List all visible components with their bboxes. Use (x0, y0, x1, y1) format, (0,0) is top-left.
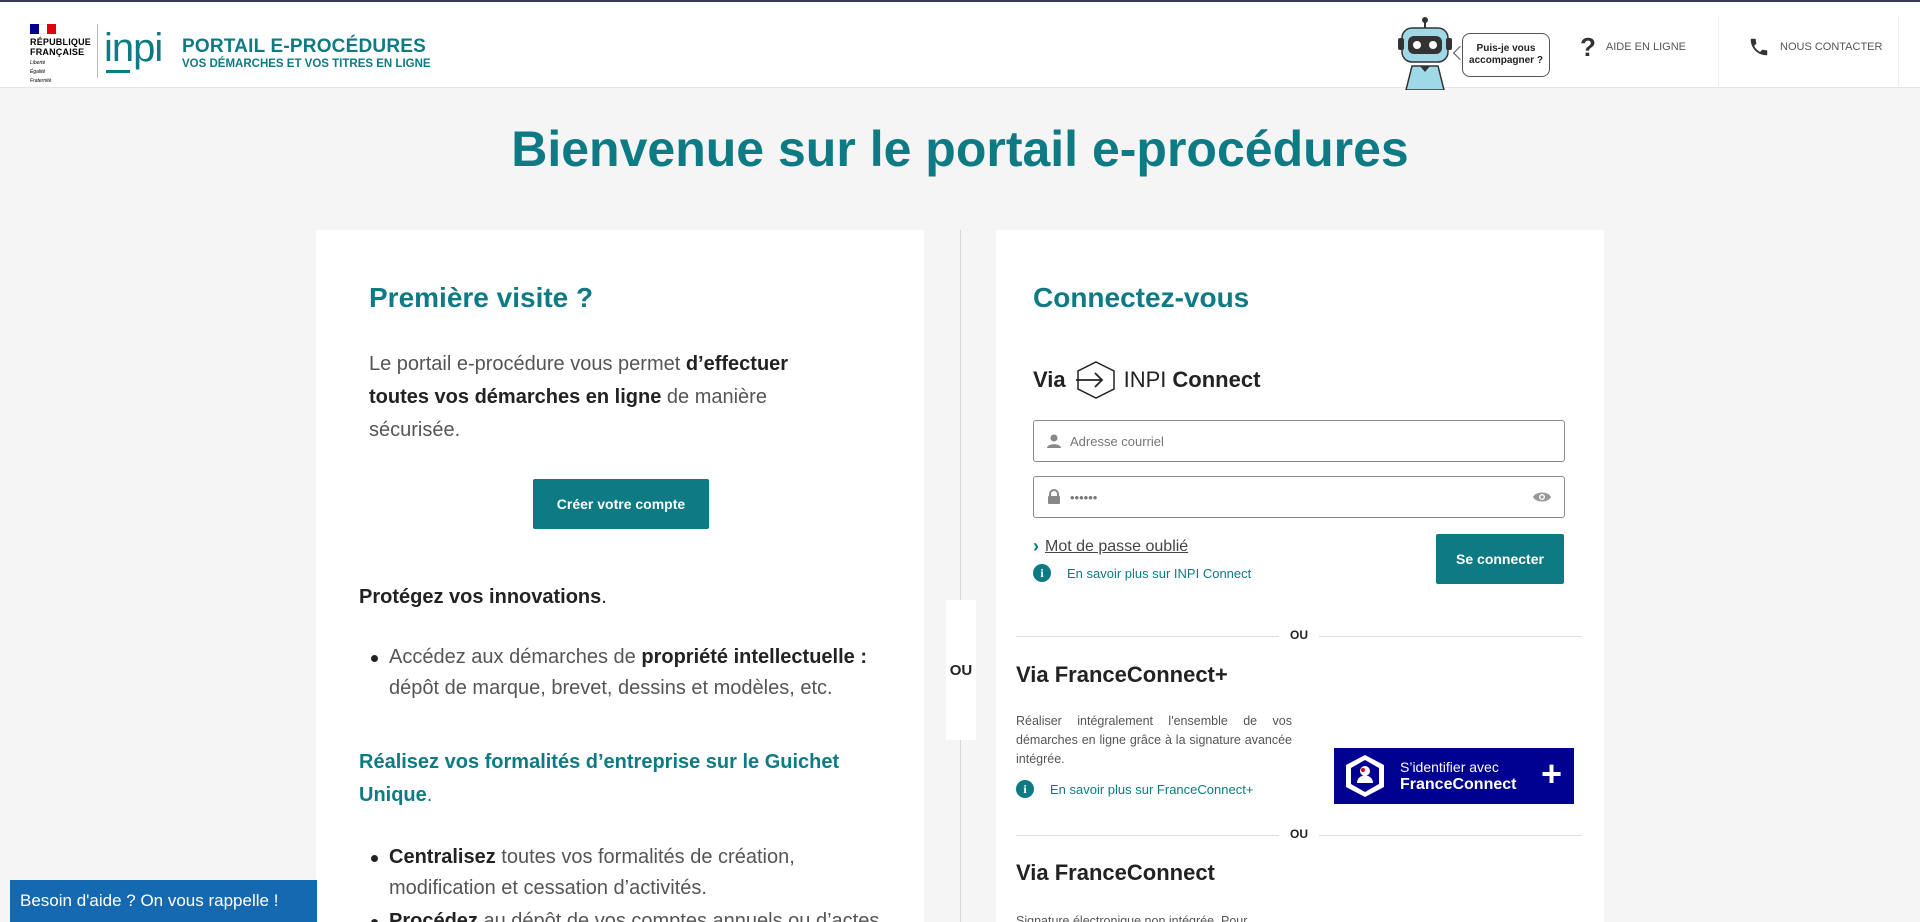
chatbot-bubble-line1: Puis-je vous (1476, 43, 1536, 54)
header: RÉPUBLIQUE FRANÇAISE Liberté Égalité Fra… (0, 2, 1920, 90)
ip-item-bold: propriété intellectuelle : (641, 646, 867, 668)
portal-subtitle: VOS DÉMARCHES ET VOS TITRES EN LIGNE (182, 58, 431, 70)
protect-innovations-dot: . (601, 586, 607, 608)
franceconnect-plus-button[interactable]: S’identifier avec FranceConnect + (1334, 748, 1574, 804)
intro-text-1: Le portail e-procédure vous permet (369, 353, 686, 375)
republique-francaise-logo[interactable]: RÉPUBLIQUE FRANÇAISE Liberté Égalité Fra… (30, 24, 94, 84)
guichet-unique-heading: Réalisez vos formalités d’entreprise sur… (359, 746, 899, 812)
lock-icon (1048, 489, 1060, 504)
french-flag-icon (30, 24, 57, 34)
inpi-connect-light: INPI (1123, 367, 1167, 392)
inpi-connect-bold: Connect (1172, 367, 1261, 392)
info-icon: i (1033, 564, 1051, 582)
ip-item-text-1: Accédez aux démarches de (389, 646, 642, 668)
first-visit-title: Première visite ? (369, 282, 594, 313)
republique-text-2: FRANÇAISE (30, 47, 85, 57)
learn-franceconnect-plus-label: En savoir plus sur FranceConnect+ (1050, 781, 1254, 797)
login-card: Connectez-vous Via INPI Connect › M (996, 230, 1604, 922)
header-logo-separator (97, 24, 98, 78)
forgot-password-link[interactable]: Mot de passe oublié (1045, 538, 1188, 556)
first-visit-card: Première visite ? Le portail e-procédure… (316, 230, 924, 922)
bullet-icon (371, 855, 378, 862)
franceconnect-button-line2: FranceConnect (1400, 775, 1517, 793)
protect-innovations-heading: Protégez vos innovations. (359, 586, 607, 609)
franceconnect-title: Via FranceConnect (1016, 860, 1215, 885)
user-icon (1047, 434, 1061, 448)
franceconnect-logo-icon (1346, 755, 1384, 797)
proceed-bold: Procédez (389, 910, 478, 922)
header-nav-separator-2 (1898, 16, 1899, 86)
learn-inpi-connect-link[interactable]: i En savoir plus sur INPI Connect (1033, 564, 1251, 582)
or-separator-label: OU (1279, 628, 1319, 642)
or-separator-label-2: OU (1279, 827, 1319, 841)
learn-inpi-connect-label: En savoir plus sur INPI Connect (1067, 565, 1252, 581)
login-button[interactable]: Se connecter (1436, 534, 1564, 584)
create-account-button[interactable]: Créer votre compte (533, 479, 709, 529)
chatbot-bubble[interactable]: Puis-je vous accompagner ? (1462, 33, 1550, 77)
first-visit-intro: Le portail e-procédure vous permet d’eff… (369, 348, 849, 447)
inpi-logo-text: inpi (104, 26, 163, 70)
info-icon: i (1016, 780, 1034, 798)
forgot-password-row: › Mot de passe oublié (1033, 536, 1188, 557)
question-mark-icon: ? (1580, 31, 1596, 62)
franceconnect-button-line1: S’identifier avec (1400, 758, 1499, 775)
email-input[interactable] (1070, 433, 1564, 449)
protect-innovations-text: Protégez vos innovations (359, 586, 602, 608)
header-nav-separator (1718, 16, 1719, 86)
chatbot-bubble-line2: accompagner ? (1469, 55, 1543, 66)
callback-help-button[interactable]: Besoin d'aide ? On vous rappelle ! (10, 880, 317, 922)
via-label: Via (1033, 367, 1066, 392)
guichet-unique-dot: . (426, 784, 433, 806)
inpi-logo[interactable]: inpi (104, 26, 163, 73)
help-online-label: AIDE EN LIGNE (1605, 41, 1686, 53)
proceed-text: au dépôt de vos comptes annuels ou d’act… (477, 910, 880, 922)
phone-icon (1750, 38, 1768, 56)
help-online-link[interactable]: ? AIDE EN LIGNE (1580, 4, 1720, 90)
email-field[interactable] (1033, 420, 1565, 462)
franceconnect-plus-title: Via FranceConnect+ (1016, 662, 1228, 687)
login-title: Connectez-vous (1033, 282, 1250, 313)
contact-us-link[interactable]: NOUS CONTACTER (1748, 4, 1908, 90)
password-field[interactable] (1033, 476, 1565, 518)
show-password-eye-icon[interactable] (1532, 490, 1552, 504)
motto-liberte: Liberté (30, 60, 46, 66)
learn-franceconnect-plus-link[interactable]: i En savoir plus sur FranceConnect+ (1016, 780, 1253, 798)
list-item: Accédez aux démarches de propriété intel… (371, 642, 889, 704)
cards-divider-ou: OU (946, 600, 976, 740)
franceconnect-button-text: S’identifier avec FranceConnect (1400, 759, 1516, 794)
bullet-icon (371, 655, 378, 662)
republique-text-1: RÉPUBLIQUE (30, 37, 92, 47)
motto-egalite: Égalité (30, 69, 46, 75)
plus-icon: + (1540, 753, 1562, 794)
list-item: Procédez au dépôt de vos comptes annuels… (371, 906, 889, 922)
cards-divider-line (960, 230, 961, 922)
password-input[interactable] (1070, 489, 1532, 505)
centralize-bold: Centralisez (389, 846, 496, 868)
inpi-logo-underline (106, 70, 130, 73)
ip-item-text-2: dépôt de marque, brevet, dessins et modè… (389, 677, 833, 699)
chevron-right-icon: › (1033, 536, 1039, 556)
motto-fraternite: Fraternité (30, 78, 52, 84)
franceconnect-description: Signature électronique non intégrée. Pou… (1016, 914, 1248, 922)
contact-us-label: NOUS CONTACTER (1780, 41, 1883, 53)
chatbot-robot-icon[interactable] (1392, 16, 1458, 90)
franceconnect-plus-description: Réaliser intégralement l'ensemble de vos… (1016, 714, 1292, 766)
page-title: Bienvenue sur le portail e-procédures (511, 121, 1409, 177)
inpi-connect-login-icon (1075, 361, 1115, 399)
inpi-connect-heading: Via INPI Connect (1033, 360, 1260, 400)
list-item: Centralisez toutes vos formalités de cré… (371, 842, 889, 904)
portal-title: PORTAIL E-PROCÉDURES (182, 36, 426, 57)
